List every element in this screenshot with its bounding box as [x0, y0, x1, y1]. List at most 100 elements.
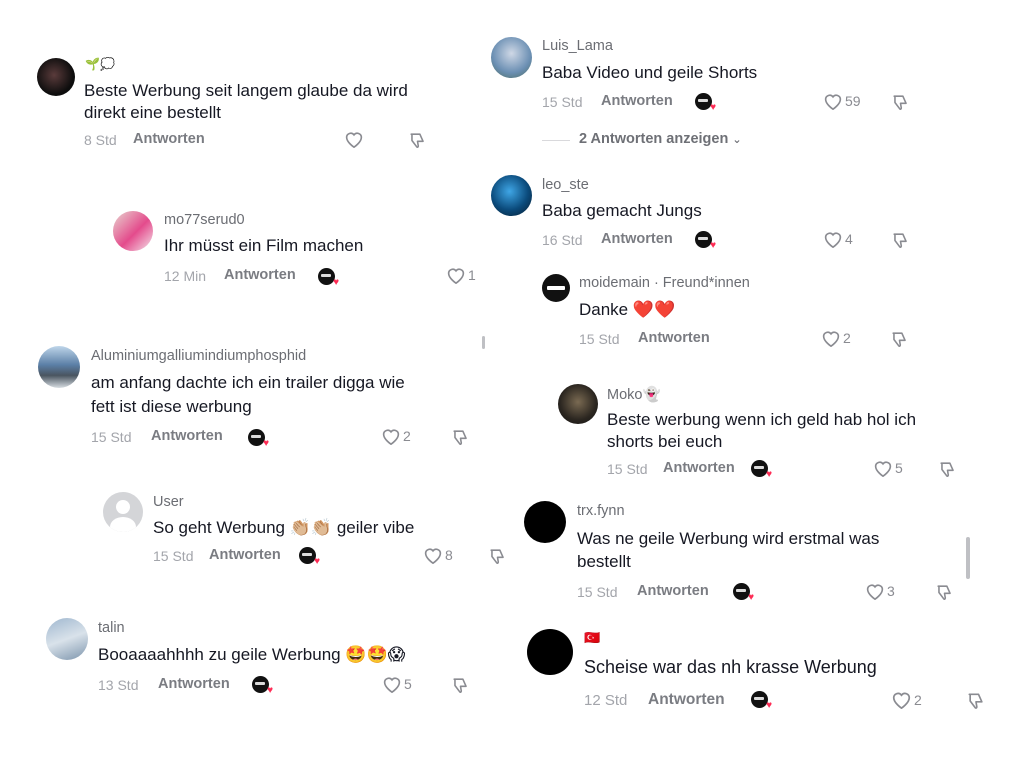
like-button[interactable]: 5 — [873, 459, 903, 477]
scrollbar[interactable] — [482, 336, 485, 349]
username[interactable]: User — [153, 494, 184, 510]
dislike-icon[interactable] — [451, 428, 470, 452]
comment-text: Was ne geile Werbung wird erstmal was — [577, 529, 880, 548]
comment-time: 15 Std — [542, 94, 583, 110]
avatar[interactable] — [491, 175, 532, 216]
comment-text-part: So geht Werbung — [153, 518, 285, 537]
like-button[interactable]: 2 — [381, 427, 411, 445]
reply-button[interactable]: Antworten — [601, 231, 673, 247]
username[interactable]: trx.fynn — [577, 503, 625, 519]
comment-text: Beste Werbung seit langem glaube da wird — [84, 81, 408, 100]
dislike-icon[interactable] — [408, 131, 427, 155]
dislike-icon[interactable] — [891, 93, 910, 117]
avatar[interactable] — [524, 501, 566, 543]
username[interactable]: Moko👻 — [607, 386, 661, 403]
like-button[interactable] — [344, 130, 364, 148]
avatar[interactable] — [46, 618, 88, 660]
comment-text: So geht Werbung 👏🏼👏🏼 geiler vibe — [153, 516, 414, 539]
comment-time: 12 Std — [584, 692, 628, 709]
comment-text: Beste werbung wenn ich geld hab hol ich — [607, 410, 917, 429]
like-button[interactable]: 2 — [891, 690, 922, 709]
username[interactable]: moidemain · Freund*innen — [579, 275, 750, 291]
friends-tag: · Freund*innen — [653, 275, 750, 291]
username[interactable]: Aluminiumgalliumindiumphosphid — [91, 348, 306, 364]
heart-icon — [447, 268, 465, 284]
comment-text: Baba gemacht Jungs — [542, 201, 702, 220]
reply-button[interactable]: Antworten — [663, 460, 735, 476]
heart-icon — [424, 548, 442, 564]
dislike-icon[interactable] — [890, 330, 909, 354]
heart-icon — [892, 692, 911, 709]
heart-icon — [824, 94, 842, 110]
username[interactable]: leo_ste — [542, 177, 589, 193]
like-button[interactable]: 5 — [382, 675, 412, 693]
reply-button[interactable]: Antworten — [209, 547, 281, 563]
username[interactable]: talin — [98, 620, 125, 636]
dislike-icon[interactable] — [451, 676, 470, 700]
comment-time: 15 Std — [579, 331, 620, 347]
like-button[interactable]: 8 — [423, 546, 453, 564]
reply-button[interactable]: Antworten — [638, 330, 710, 346]
creator-liked-badge: ♥ — [695, 231, 716, 251]
dislike-icon[interactable] — [891, 231, 910, 255]
dislike-icon[interactable] — [488, 547, 507, 571]
like-count: 3 — [887, 583, 895, 599]
comment-text: Baba Video und geile Shorts — [542, 63, 758, 82]
comment-text-line2: direkt eine bestellt — [84, 103, 222, 122]
comment-time: 12 Min — [164, 268, 207, 284]
scrollbar[interactable] — [966, 537, 970, 579]
like-count: 4 — [845, 231, 853, 247]
avatar[interactable] — [113, 211, 153, 251]
avatar[interactable] — [527, 629, 573, 675]
dislike-icon[interactable] — [935, 583, 954, 607]
comment-text: Booaaaahhhh zu geile Werbung 🤩🤩😱 — [98, 643, 405, 666]
reply-button[interactable]: Antworten — [158, 676, 230, 692]
like-button[interactable]: 59 — [823, 92, 861, 110]
brand-logo-avatar[interactable] — [542, 274, 570, 302]
username[interactable]: Luis_Lama — [542, 38, 613, 54]
comment-time: 16 Std — [542, 232, 583, 248]
creator-liked-badge: ♥ — [299, 547, 320, 567]
like-count: 5 — [404, 676, 412, 692]
comment-time: 13 Std — [98, 677, 139, 693]
like-count: 2 — [403, 428, 411, 444]
show-replies-button[interactable]: 2 Antworten anzeigen ⌄ — [579, 131, 742, 147]
username[interactable]: mo77serud0 — [164, 212, 245, 228]
replies-divider — [542, 140, 570, 141]
ghost-emoji: 👻 — [642, 387, 661, 403]
comment-text: am anfang dachte ich ein trailer digga w… — [91, 373, 405, 392]
creator-liked-badge: ♥ — [252, 676, 273, 696]
comment-text-line2: fett ist diese werbung — [91, 397, 252, 416]
reply-button[interactable]: Antworten — [601, 93, 673, 109]
reply-button[interactable]: Antworten — [151, 428, 223, 444]
like-button[interactable]: 3 — [865, 582, 895, 600]
heart-icon — [345, 132, 363, 148]
reply-button[interactable]: Antworten — [637, 583, 709, 599]
reply-button[interactable]: Antworten — [133, 131, 205, 147]
like-count: 1 — [468, 267, 476, 283]
username-flag: 🇹🇷 — [584, 630, 601, 645]
heart-icon — [383, 677, 401, 693]
creator-liked-badge: ♥ — [248, 429, 269, 449]
creator-liked-badge: ♥ — [751, 460, 772, 480]
avatar[interactable] — [38, 346, 80, 388]
like-count: 2 — [914, 691, 922, 708]
clapping-emoji: 👏🏼👏🏼 — [289, 518, 333, 537]
heart-icon — [866, 584, 884, 600]
reply-button[interactable]: Antworten — [648, 691, 725, 709]
like-button[interactable]: 4 — [823, 230, 853, 248]
default-avatar-icon[interactable] — [103, 492, 143, 532]
avatar[interactable] — [491, 37, 532, 78]
comment-text: Scheise war das nh krasse Werbung — [584, 657, 877, 677]
dislike-icon[interactable] — [938, 460, 957, 484]
avatar[interactable] — [558, 384, 598, 424]
dislike-icon[interactable] — [966, 691, 986, 716]
emoji: 🤩🤩😱 — [345, 645, 406, 664]
like-count: 5 — [895, 460, 903, 476]
like-button[interactable]: 2 — [821, 329, 851, 347]
reply-button[interactable]: Antworten — [224, 267, 296, 283]
like-button[interactable]: 1 — [446, 266, 476, 284]
like-count: 2 — [843, 330, 851, 346]
avatar[interactable] — [37, 58, 75, 96]
comment-time: 8 Std — [84, 132, 117, 148]
